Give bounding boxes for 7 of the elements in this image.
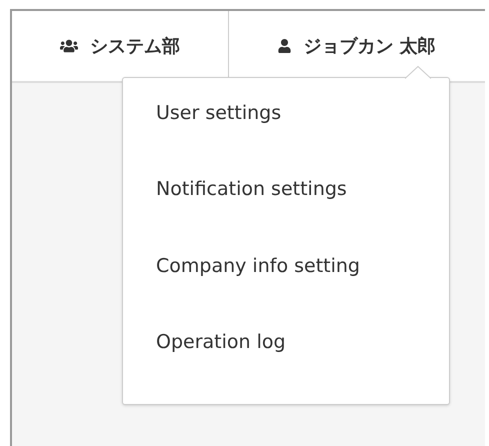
users-icon xyxy=(60,37,78,55)
user-icon xyxy=(278,39,292,53)
header-tab[interactable]: ジョブカン 太郎 xyxy=(229,11,485,81)
menu-item[interactable]: Company info setting xyxy=(123,252,449,328)
menu-item[interactable]: Operation log xyxy=(123,328,449,404)
menu-item[interactable]: User settings xyxy=(123,99,449,176)
menu-item[interactable]: Notification settings xyxy=(123,175,449,252)
